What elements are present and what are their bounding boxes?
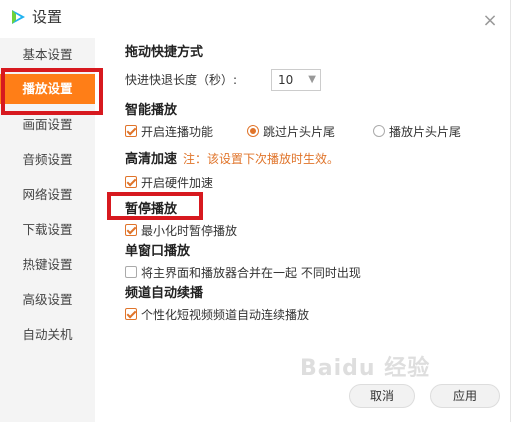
cancel-button[interactable]: 取消 bbox=[349, 384, 415, 408]
seek-length-value: 10 bbox=[278, 73, 294, 87]
seek-length-select[interactable]: 10 ▼ bbox=[271, 69, 321, 91]
baidu-watermark: Baidu 经验 bbox=[300, 356, 431, 381]
minimize-pause-option[interactable]: 最小化时暂停播放 bbox=[125, 221, 237, 241]
play-intro-option[interactable]: 播放片头片尾 bbox=[373, 122, 461, 142]
sidebar-item-network[interactable]: 网络设置 bbox=[0, 182, 95, 208]
minimize-pause-label: 最小化时暂停播放 bbox=[141, 224, 238, 238]
play-intro-label: 播放片头片尾 bbox=[389, 125, 462, 139]
sidebar-item-audio[interactable]: 音频设置 bbox=[0, 147, 95, 173]
personalize-autoplay-label: 个性化短视频频道自动连续播放 bbox=[141, 308, 310, 322]
sidebar-item-basic[interactable]: 基本设置 bbox=[0, 42, 95, 68]
seek-length-row: 快进快退长度（秒）: 10 ▼ bbox=[125, 69, 425, 91]
skip-intro-label: 跳过片头片尾 bbox=[263, 125, 336, 139]
chevron-down-icon: ▼ bbox=[308, 74, 316, 85]
highlight-box-pause-section bbox=[107, 192, 203, 220]
personalize-autoplay-option[interactable]: 个性化短视频频道自动连续播放 bbox=[125, 305, 425, 325]
highlight-box-playback-nav bbox=[1, 68, 103, 115]
merge-window-option[interactable]: 将主界面和播放器合并在一起 不同时出现 bbox=[125, 263, 425, 283]
continuous-play-label: 开启连播功能 bbox=[141, 125, 214, 139]
sidebar-item-advanced[interactable]: 高级设置 bbox=[0, 287, 95, 313]
section-title-smart-play: 智能播放 bbox=[125, 103, 178, 118]
sidebar-item-picture[interactable]: 画面设置 bbox=[0, 112, 95, 138]
section-title-drag-shortcut: 拖动快捷方式 bbox=[125, 45, 204, 60]
continuous-play-option[interactable]: 开启连播功能 bbox=[125, 122, 213, 142]
window-title: 设置 bbox=[32, 8, 63, 26]
personalize-autoplay-checkbox[interactable] bbox=[125, 308, 137, 320]
hardware-accel-checkbox[interactable] bbox=[125, 176, 137, 188]
merge-window-label: 将主界面和播放器合并在一起 不同时出现 bbox=[141, 266, 361, 280]
apply-button[interactable]: 应用 bbox=[430, 384, 500, 408]
skip-intro-radio[interactable] bbox=[247, 125, 259, 137]
section-title-single-window: 单窗口播放 bbox=[125, 244, 191, 259]
minimize-pause-checkbox[interactable] bbox=[125, 224, 137, 236]
hardware-accel-option[interactable]: 开启硬件加速 bbox=[125, 173, 213, 193]
play-intro-radio[interactable] bbox=[373, 125, 385, 137]
settings-window: 设置 × 基本设置 播放设置 画面设置 音频设置 网络设置 下载设置 热键设置 … bbox=[0, 0, 511, 422]
titlebar: 设置 × bbox=[0, 0, 511, 38]
skip-intro-option[interactable]: 跳过片头片尾 bbox=[247, 122, 335, 142]
hardware-accel-label: 开启硬件加速 bbox=[141, 176, 214, 190]
continuous-play-checkbox[interactable] bbox=[125, 125, 137, 137]
seek-length-label: 快进快退长度（秒）: bbox=[125, 73, 238, 87]
sidebar-item-auto-shutdown[interactable]: 自动关机 bbox=[0, 322, 95, 348]
tencent-video-logo-icon bbox=[12, 10, 25, 24]
merge-window-checkbox[interactable] bbox=[125, 266, 137, 278]
sidebar-item-hotkey[interactable]: 热键设置 bbox=[0, 252, 95, 278]
close-icon[interactable]: × bbox=[480, 11, 500, 31]
section-title-channel-auto: 频道自动续播 bbox=[125, 286, 204, 301]
hd-accel-title: 高清加速 bbox=[125, 152, 178, 167]
hd-accel-note: 注：该设置下次播放时生效。 bbox=[183, 152, 340, 166]
sidebar-item-download[interactable]: 下载设置 bbox=[0, 217, 95, 243]
section-title-hd-accel: 高清加速 注：该设置下次播放时生效。 bbox=[125, 150, 339, 169]
